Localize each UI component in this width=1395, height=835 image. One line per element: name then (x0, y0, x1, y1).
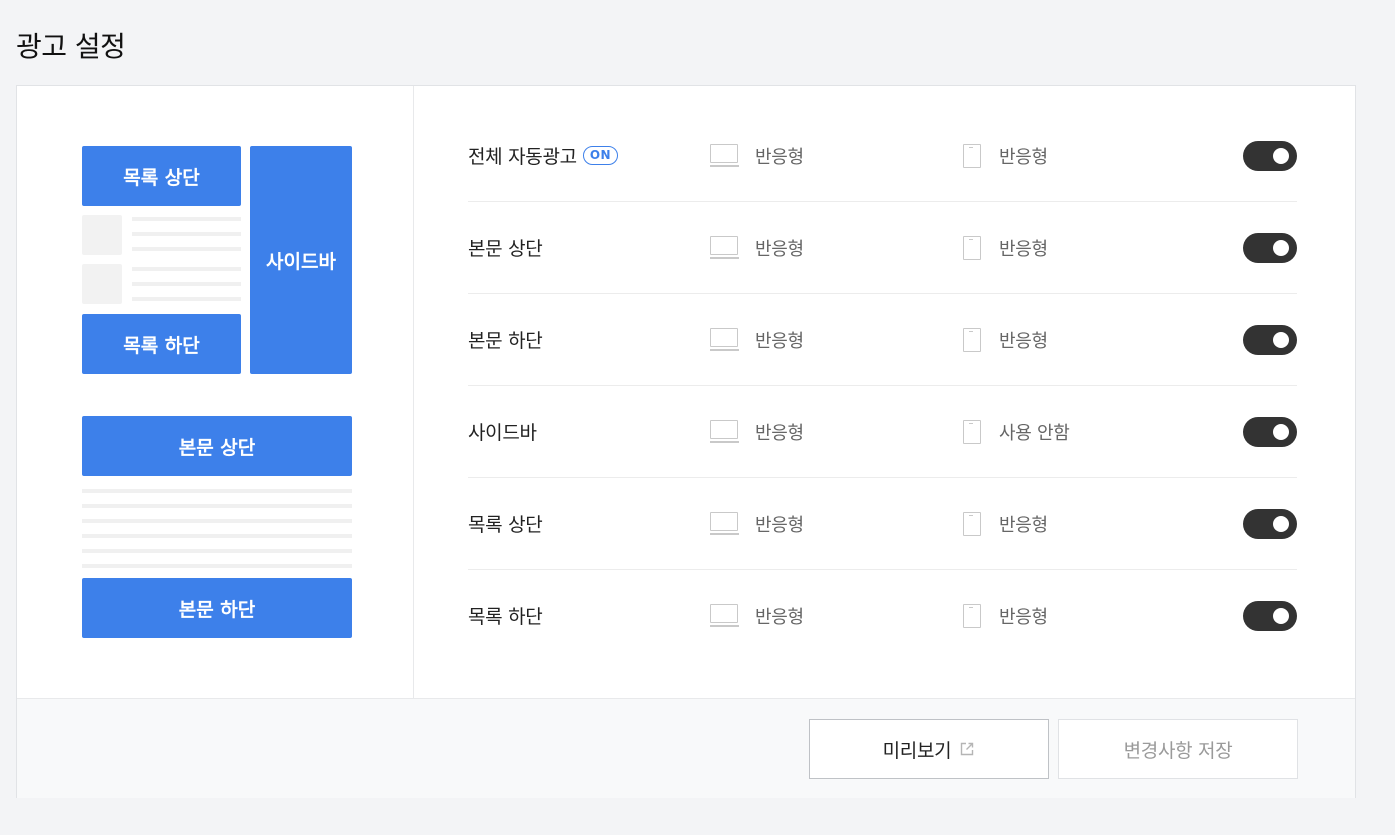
pc-ad-type-select[interactable]: 반응형 (710, 511, 804, 537)
preview-button-label: 미리보기 (882, 739, 952, 762)
setting-label: 본문 상단 (468, 238, 543, 260)
pc-ad-type-select[interactable]: 반응형 (710, 603, 804, 629)
setting-row-list-bottom: 목록 하단 반응형 반응형 (468, 570, 1297, 661)
pc-ad-type-value: 반응형 (755, 514, 804, 536)
preview-slot-sidebar: 사이드바 (250, 146, 352, 374)
preview-text-line (132, 297, 241, 301)
preview-text-line (82, 534, 352, 538)
preview-thumbnail (82, 215, 122, 255)
mobile-ad-type-select[interactable]: 반응형 (963, 143, 1048, 169)
ad-slot-settings-list: 전체 자동광고 ON 반응형 반응형 본문 상단 반응형 반응형 본문 하단 반… (468, 110, 1297, 661)
pc-ad-type-select[interactable]: 반응형 (710, 235, 804, 261)
mobile-icon (963, 327, 981, 352)
preview-text-line (82, 519, 352, 523)
auto-ads-on-badge: ON (582, 146, 619, 165)
pc-ad-type-select[interactable]: 반응형 (710, 327, 804, 353)
mobile-ad-type-value: 반응형 (999, 514, 1048, 536)
panel-footer: 미리보기 변경사항 저장 (17, 698, 1355, 798)
mobile-icon (963, 235, 981, 260)
pc-ad-type-select[interactable]: 반응형 (710, 143, 804, 169)
setting-row-auto-ads: 전체 자동광고 ON 반응형 반응형 (468, 110, 1297, 202)
page-title: 광고 설정 (16, 30, 126, 63)
preview-text-line (82, 489, 352, 493)
pc-ad-type-value: 반응형 (755, 146, 804, 168)
setting-label-text: 전체 자동광고 (468, 146, 577, 168)
ad-settings-panel: 목록 상단 사이드바 목록 하단 본문 상단 본문 하단 전체 자동광고 ON … (16, 85, 1356, 798)
mobile-icon (963, 143, 981, 168)
auto-ads-toggle[interactable] (1243, 140, 1297, 171)
preview-text-line (82, 549, 352, 553)
desktop-icon (710, 143, 739, 168)
setting-label: 목록 상단 (468, 514, 543, 536)
mobile-ad-type-value: 반응형 (999, 606, 1048, 628)
preview-button[interactable]: 미리보기 (809, 719, 1049, 779)
desktop-icon (710, 603, 739, 628)
mobile-ad-type-select[interactable]: 반응형 (963, 327, 1048, 353)
mobile-ad-type-value: 반응형 (999, 238, 1048, 260)
setting-label: 전체 자동광고 ON (468, 110, 619, 201)
setting-row-body-top: 본문 상단 반응형 반응형 (468, 202, 1297, 294)
preview-slot-body-bottom: 본문 하단 (82, 578, 352, 638)
preview-text-line (82, 564, 352, 568)
setting-label: 사이드바 (468, 422, 537, 444)
preview-text-line (132, 217, 241, 221)
setting-row-body-bottom: 본문 하단 반응형 반응형 (468, 294, 1297, 386)
pc-ad-type-value: 반응형 (755, 606, 804, 628)
list-bottom-toggle[interactable] (1243, 600, 1297, 631)
sidebar-toggle[interactable] (1243, 416, 1297, 447)
preview-text-line (132, 247, 241, 251)
setting-row-sidebar: 사이드바 반응형 사용 안함 (468, 386, 1297, 478)
mobile-icon (963, 419, 981, 444)
preview-text-line (132, 267, 241, 271)
mobile-ad-type-select[interactable]: 사용 안함 (963, 419, 1070, 445)
pc-ad-type-value: 반응형 (755, 330, 804, 352)
ad-layout-preview: 목록 상단 사이드바 목록 하단 본문 상단 본문 하단 (17, 86, 414, 698)
preview-text-line (82, 504, 352, 508)
mobile-ad-type-value: 사용 안함 (999, 422, 1070, 444)
external-link-icon (961, 742, 974, 756)
preview-slot-body-top: 본문 상단 (82, 416, 352, 476)
desktop-icon (710, 327, 739, 352)
desktop-icon (710, 419, 739, 444)
preview-text-line (132, 282, 241, 286)
preview-text-line (132, 232, 241, 236)
preview-slot-list-top: 목록 상단 (82, 146, 241, 206)
setting-row-list-top: 목록 상단 반응형 반응형 (468, 478, 1297, 570)
desktop-icon (710, 511, 739, 536)
setting-label: 목록 하단 (468, 606, 543, 628)
mobile-icon (963, 511, 981, 536)
mobile-ad-type-select[interactable]: 반응형 (963, 511, 1048, 537)
preview-thumbnail (82, 264, 122, 304)
pc-ad-type-select[interactable]: 반응형 (710, 419, 804, 445)
pc-ad-type-value: 반응형 (755, 238, 804, 260)
save-changes-button[interactable]: 변경사항 저장 (1058, 719, 1298, 779)
mobile-ad-type-value: 반응형 (999, 146, 1048, 168)
body-bottom-toggle[interactable] (1243, 324, 1297, 355)
desktop-icon (710, 235, 739, 260)
setting-label: 본문 하단 (468, 330, 543, 352)
mobile-icon (963, 603, 981, 628)
body-top-toggle[interactable] (1243, 232, 1297, 263)
mobile-ad-type-value: 반응형 (999, 330, 1048, 352)
mobile-ad-type-select[interactable]: 반응형 (963, 235, 1048, 261)
list-top-toggle[interactable] (1243, 508, 1297, 539)
preview-slot-list-bottom: 목록 하단 (82, 314, 241, 374)
mobile-ad-type-select[interactable]: 반응형 (963, 603, 1048, 629)
pc-ad-type-value: 반응형 (755, 422, 804, 444)
